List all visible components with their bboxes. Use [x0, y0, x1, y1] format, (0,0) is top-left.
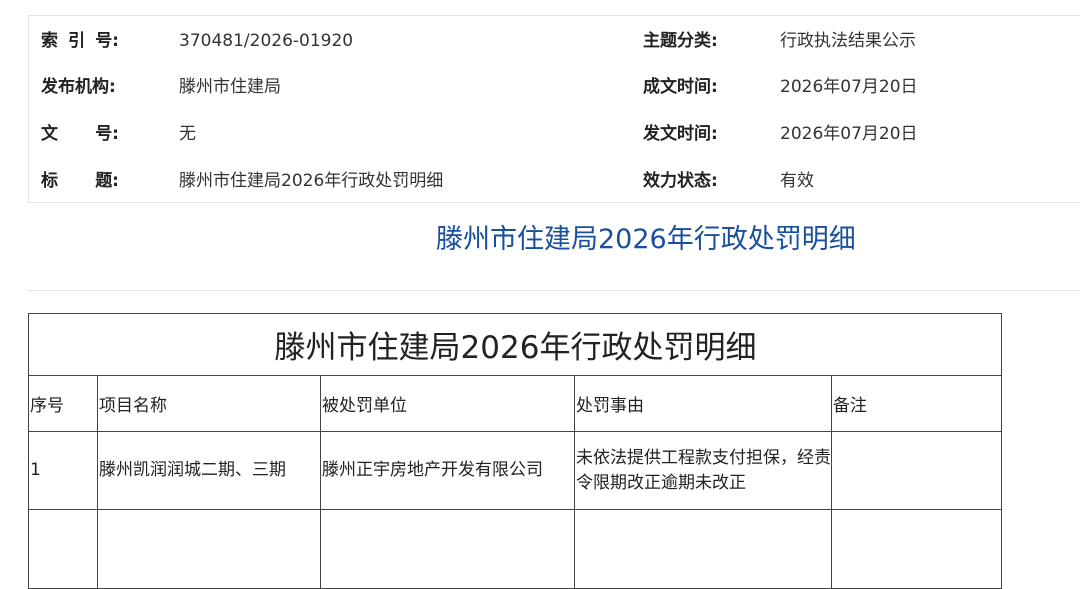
- category-label: 主题分类:: [643, 31, 718, 51]
- published-date-label: 发文时间:: [643, 124, 718, 144]
- table-row: 1 滕州凯润润城二期、三期 滕州正宇房地产开发有限公司 未依法提供工程款支付担保…: [28, 431, 1002, 510]
- table-title-row: 滕州市住建局2026年行政处罚明细: [28, 313, 1002, 376]
- published-date-value: 2026年07月20日: [780, 124, 918, 144]
- docno-label: 文 号:: [41, 124, 119, 144]
- meta-row-docno: 文 号: 无 发文时间: 2026年07月20日: [29, 122, 1080, 146]
- cell-project-name: 滕州凯润润城二期、三期: [97, 431, 321, 510]
- table-header-row: 序号 项目名称 被处罚单位 处罚事由 备注: [28, 375, 1002, 432]
- table-title: 滕州市住建局2026年行政处罚明细: [28, 313, 1002, 376]
- issuer-value: 滕州市住建局: [179, 77, 281, 97]
- table-row: [28, 509, 1002, 589]
- cell-reason: 未依法提供工程款支付担保，经责令限期改正逾期未改正: [574, 431, 832, 510]
- category-value: 行政执法结果公示: [780, 31, 916, 51]
- cell-remarks: [831, 431, 1002, 510]
- header-index: 序号: [28, 375, 98, 432]
- meta-row-issuer: 发布机构: 滕州市住建局 成文时间: 2026年07月20日: [29, 75, 1080, 99]
- document-meta-panel: 索 引 号: 370481/2026-01920 主题分类: 行政执法结果公示 …: [28, 15, 1080, 203]
- header-penalized-entity: 被处罚单位: [320, 375, 575, 432]
- penalty-table: 滕州市住建局2026年行政处罚明细 序号 项目名称 被处罚单位 处罚事由 备注 …: [28, 313, 1002, 589]
- header-remarks: 备注: [831, 375, 1002, 432]
- index-value: 370481/2026-01920: [179, 31, 354, 51]
- header-reason: 处罚事由: [574, 375, 832, 432]
- title-value: 滕州市住建局2026年行政处罚明细: [179, 171, 444, 191]
- cell-index: [28, 509, 98, 589]
- docno-value: 无: [179, 124, 196, 144]
- issuer-label: 发布机构:: [41, 77, 116, 97]
- created-date-label: 成文时间:: [643, 77, 718, 97]
- meta-row-index: 索 引 号: 370481/2026-01920 主题分类: 行政执法结果公示: [29, 29, 1080, 53]
- index-label: 索 引 号:: [41, 31, 119, 51]
- cell-penalized-entity: [320, 509, 575, 589]
- cell-index: 1: [28, 431, 98, 510]
- page-title: 滕州市住建局2026年行政处罚明细: [436, 224, 856, 255]
- status-value: 有效: [780, 171, 814, 191]
- cell-penalized-entity: 滕州正宇房地产开发有限公司: [320, 431, 575, 510]
- cell-remarks: [831, 509, 1002, 589]
- cell-reason: [574, 509, 832, 589]
- divider: [28, 290, 1080, 291]
- cell-project-name: [97, 509, 321, 589]
- title-label: 标 题:: [41, 171, 119, 191]
- header-project-name: 项目名称: [97, 375, 321, 432]
- meta-row-title: 标 题: 滕州市住建局2026年行政处罚明细 效力状态: 有效: [29, 169, 1080, 193]
- created-date-value: 2026年07月20日: [780, 77, 918, 97]
- status-label: 效力状态:: [643, 171, 718, 191]
